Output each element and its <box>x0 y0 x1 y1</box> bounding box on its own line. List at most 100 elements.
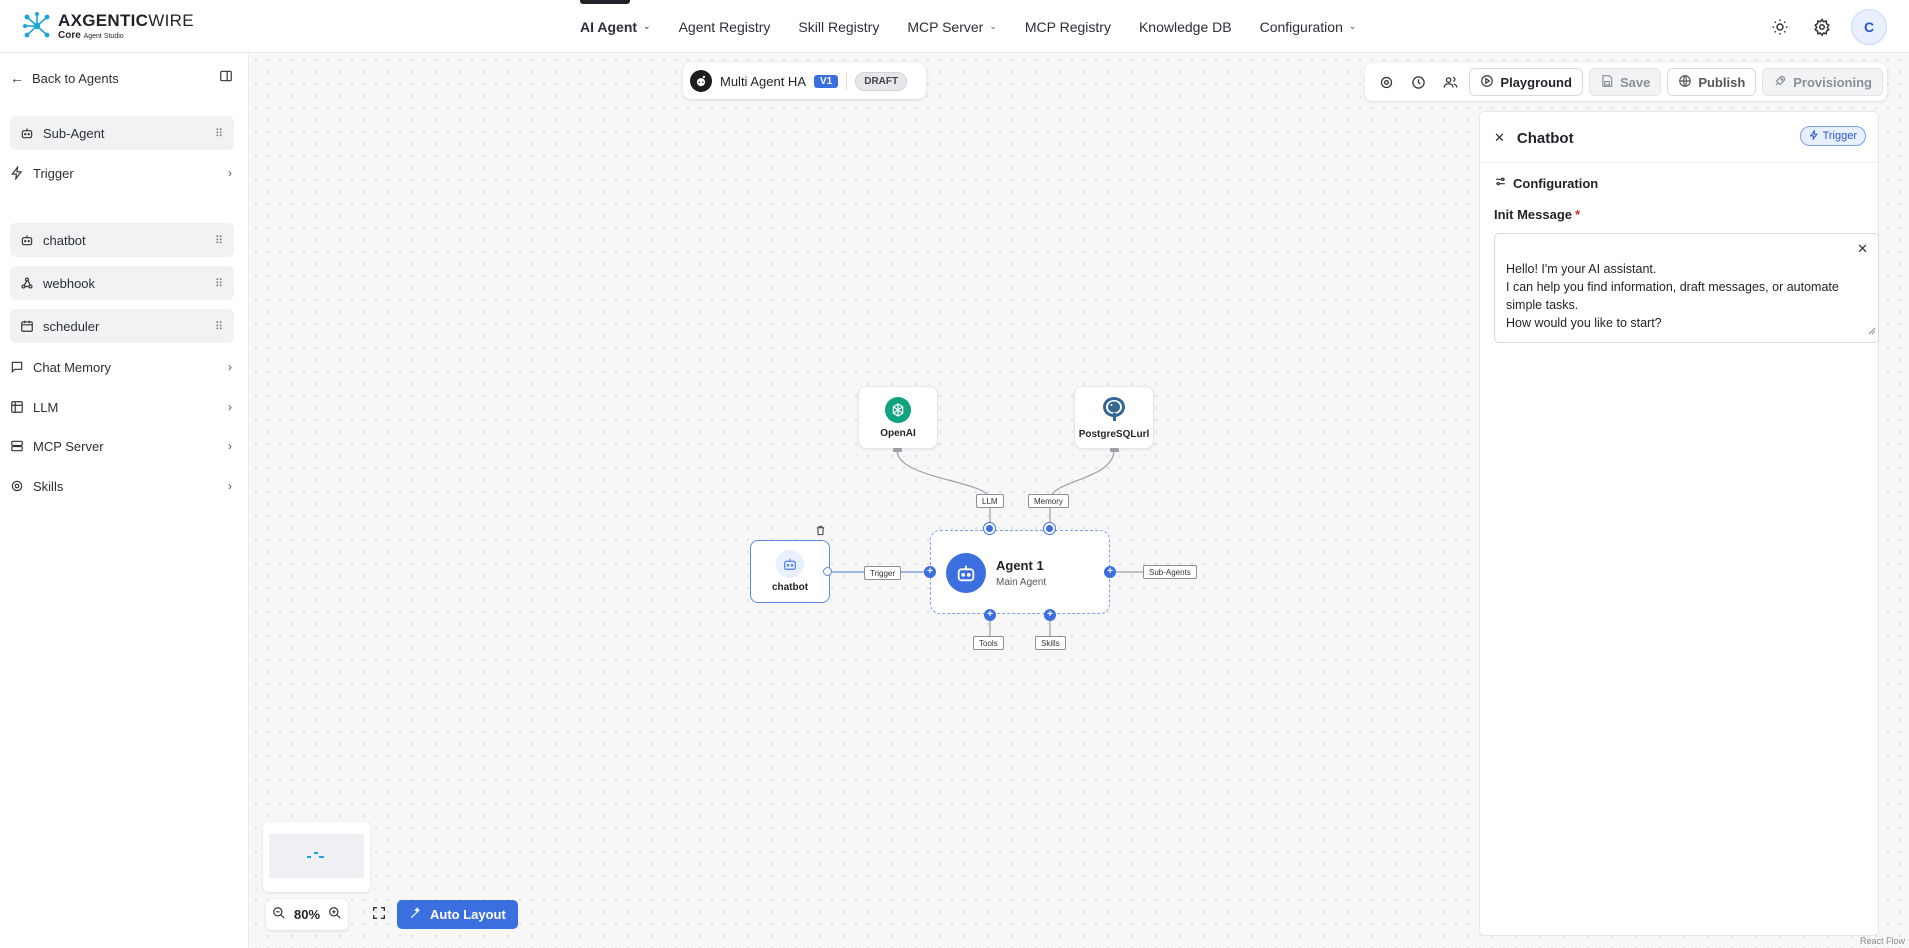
trigger-add-handle[interactable]: + <box>924 566 936 578</box>
chatbot-node[interactable]: chatbot <box>750 540 830 603</box>
openai-node-label: OpenAI <box>880 427 916 439</box>
separator <box>846 72 848 90</box>
auto-layout-button[interactable]: Auto Layout <box>397 900 518 929</box>
init-message-textarea[interactable]: Hello! I'm your AI assistant. I can help… <box>1494 233 1879 343</box>
init-message-label: Init Message * <box>1494 207 1580 222</box>
nav-mcp-registry[interactable]: MCP Registry <box>1011 0 1125 53</box>
app-logo[interactable]: AXGENTICWIRE Core Agent Studio <box>22 10 194 42</box>
provisioning-button[interactable]: Provisioning <box>1762 68 1883 96</box>
back-to-agents-link[interactable]: ← Back to Agents <box>10 65 235 91</box>
node-palette-sidebar: ← Back to Agents Sub-Agent ⠿ Trigger › c… <box>0 53 249 948</box>
publish-button[interactable]: Publish <box>1667 68 1757 96</box>
canvas-toolbar: Playground Save Publish Provisioning <box>1365 63 1887 101</box>
minimap-viewport <box>269 834 364 878</box>
clear-icon[interactable]: ✕ <box>1857 240 1868 258</box>
nav-label: Knowledge DB <box>1138 18 1232 35</box>
configuration-section-header: Configuration <box>1494 175 1598 191</box>
trash-icon[interactable] <box>815 523 826 541</box>
llm-input-handle[interactable] <box>984 523 995 534</box>
publish-label: Publish <box>1698 74 1746 90</box>
nav-configuration[interactable]: Configuration ⌄ <box>1246 0 1371 53</box>
required-asterisk: * <box>1575 207 1581 222</box>
play-circle-icon <box>1480 74 1494 91</box>
history-icon[interactable] <box>1405 69 1431 95</box>
drag-handle-icon[interactable]: ⠿ <box>215 320 223 333</box>
fit-view-icon[interactable] <box>371 905 387 926</box>
postgres-node[interactable]: PostgreSQLurl <box>1074 386 1154 449</box>
zoom-controls: 80% <box>266 899 349 930</box>
sidebar-item-sub-agent[interactable]: Sub-Agent ⠿ <box>10 116 234 150</box>
sidebar-item-mcp-server[interactable]: MCP Server › <box>10 429 234 463</box>
nav-agent-registry[interactable]: Agent Registry <box>665 0 785 53</box>
skills-add-handle[interactable]: + <box>1044 609 1056 621</box>
sidebar-item-chat-memory[interactable]: Chat Memory › <box>10 350 234 384</box>
nav-knowledge-db[interactable]: Knowledge DB <box>1125 0 1246 53</box>
back-label: Back to Agents <box>32 70 119 86</box>
sidebar-item-trigger[interactable]: Trigger › <box>10 156 234 190</box>
zoom-level: 80% <box>294 907 321 922</box>
nav-mcp-server[interactable]: MCP Server ⌄ <box>893 0 1011 53</box>
nav-ai-agent[interactable]: AI Agent ⌄ <box>566 0 665 53</box>
sidebar-item-webhook[interactable]: webhook ⠿ <box>10 266 234 300</box>
drag-handle-icon[interactable]: ⠿ <box>215 127 223 140</box>
save-label: Save <box>1619 74 1651 90</box>
robot-icon <box>20 233 34 247</box>
user-avatar[interactable]: C <box>1851 9 1887 45</box>
settings-gear-icon[interactable] <box>1809 14 1835 40</box>
zoom-in-icon[interactable] <box>328 906 342 923</box>
react-flow-attribution[interactable]: React Flow <box>1860 936 1905 946</box>
logo-sub-small-text: Agent Studio <box>83 32 124 40</box>
nav-label: Agent Registry <box>678 18 771 35</box>
playground-button[interactable]: Playground <box>1469 68 1583 96</box>
provisioning-label: Provisioning <box>1793 74 1872 90</box>
drag-handle-icon[interactable]: ⠿ <box>215 234 223 247</box>
sidebar-item-skills[interactable]: Skills › <box>10 469 234 503</box>
version-badge: V1 <box>814 74 839 88</box>
llm-tag: LLM <box>976 494 1004 508</box>
sub-agents-add-handle[interactable]: + <box>1104 566 1116 578</box>
sidebar-item-label: scheduler <box>43 318 100 334</box>
trigger-badge: Trigger <box>1799 126 1866 146</box>
sidebar-item-scheduler[interactable]: scheduler ⠿ <box>10 309 234 343</box>
users-icon[interactable] <box>1437 69 1463 95</box>
chatbot-output-handle[interactable] <box>823 567 832 576</box>
chevron-down-icon: ⌄ <box>643 21 651 31</box>
bolt-icon <box>1809 128 1819 143</box>
skills-tag: Skills <box>1035 636 1066 650</box>
sliders-icon <box>1494 175 1507 191</box>
sidebar-item-label: Trigger <box>33 165 74 181</box>
minimap[interactable] <box>263 822 370 892</box>
init-message-value: Hello! I'm your AI assistant. I can help… <box>1506 262 1839 330</box>
tools-tag: Tools <box>973 636 1004 650</box>
sidebar-item-llm[interactable]: LLM › <box>10 390 234 424</box>
save-icon <box>1600 74 1614 91</box>
theme-toggle-sun-icon[interactable] <box>1767 14 1793 40</box>
sidebar-item-chatbot[interactable]: chatbot ⠿ <box>10 223 234 257</box>
robot-icon <box>946 553 986 593</box>
agent-node[interactable]: Agent 1 Main Agent <box>930 530 1110 614</box>
tools-add-handle[interactable]: + <box>984 609 996 621</box>
arrow-left-icon: ← <box>10 70 24 86</box>
nav-skill-registry[interactable]: Skill Registry <box>784 0 893 53</box>
openai-handle[interactable] <box>893 448 902 452</box>
save-button[interactable]: Save <box>1588 68 1662 96</box>
zoom-out-icon[interactable] <box>272 906 286 923</box>
drag-handle-icon[interactable]: ⠿ <box>215 277 223 290</box>
sidebar-item-label: LLM <box>33 399 59 415</box>
logo-sub-text: Core <box>58 29 81 41</box>
robot-icon <box>776 550 804 578</box>
settings-icon[interactable] <box>1373 69 1399 95</box>
chevron-down-icon: ⌄ <box>1348 21 1357 31</box>
memory-input-handle[interactable] <box>1044 523 1055 534</box>
webhook-icon <box>20 276 34 290</box>
sidebar-toggle-icon[interactable] <box>219 69 235 85</box>
close-icon[interactable]: ✕ <box>1494 130 1505 146</box>
robot-icon <box>20 126 34 140</box>
resize-handle-icon[interactable] <box>1868 322 1876 340</box>
openai-node[interactable]: OpenAI <box>858 386 938 449</box>
chatbot-node-label: chatbot <box>771 582 809 593</box>
openai-icon <box>885 396 911 423</box>
chevron-right-icon: › <box>228 360 232 374</box>
logo-main-thin-text: WIRE <box>148 10 194 30</box>
postgres-handle[interactable] <box>1110 448 1119 452</box>
